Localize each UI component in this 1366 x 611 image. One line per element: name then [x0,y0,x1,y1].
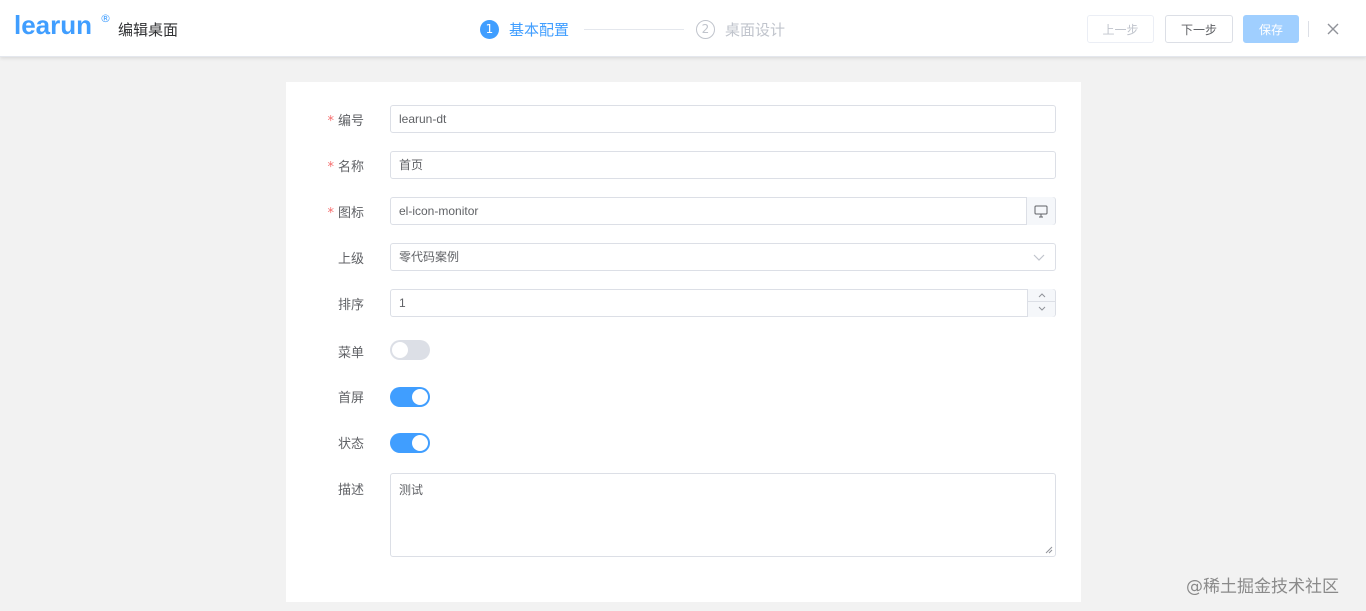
step-label: 桌面设计 [725,20,786,39]
decrease-button[interactable] [1028,302,1055,315]
status-toggle[interactable] [390,433,430,453]
step-number: 1 [480,19,499,39]
save-button[interactable]: 保存 [1243,15,1299,43]
sort-stepper[interactable]: 1 [390,289,1056,317]
parent-select-value: 零代码案例 [399,250,460,264]
label-text: 图标 [337,206,364,221]
stepper-controls [1027,289,1055,317]
parent-label: 上级 [337,252,364,267]
sort-label: 排序 [337,298,364,313]
toggle-knob [412,389,428,405]
code-input[interactable]: learun-dt [390,105,1056,133]
step-indicator: 1 基本配置 2 桌面设计 [480,18,820,40]
next-step-button[interactable]: 下一步 [1165,15,1233,43]
step-desktop-design[interactable]: 2 桌面设计 [696,18,785,40]
name-input[interactable]: 首页 [390,151,1056,179]
label-text: 编号 [337,114,364,129]
home-toggle[interactable] [390,387,430,407]
prev-step-button[interactable]: 上一步 [1087,15,1154,43]
icon-label: * 图标 [327,202,364,221]
parent-select[interactable]: 零代码案例 [390,243,1056,271]
toolbar-divider [1308,21,1309,37]
sort-value: 1 [399,296,406,310]
increase-button[interactable] [1028,289,1055,302]
step-basic-config[interactable]: 1 基本配置 [480,18,569,40]
logo-registered-mark: ® [100,12,111,25]
step-label: 基本配置 [509,20,570,39]
top-bar: learun ® 编辑桌面 1 基本配置 2 桌面设计 上一步 下一步 保存 [0,0,1366,57]
close-icon[interactable] [1325,21,1341,37]
required-mark: * [327,160,334,175]
desc-value: 测试 [399,483,424,497]
logo: learun [14,10,93,40]
home-label: 首屏 [337,391,364,406]
toggle-knob [392,342,408,358]
code-label: * 编号 [327,110,364,129]
name-label: * 名称 [327,156,364,175]
form-card: * 编号 learun-dt * 名称 首页 * 图标 el-icon-monitor… [286,82,1081,602]
menu-toggle[interactable] [390,340,430,360]
watermark: @稀土掘金技术社区 [1186,577,1339,597]
label-text: 名称 [337,160,364,175]
desc-textarea[interactable]: 测试 [390,473,1056,557]
menu-label: 菜单 [337,346,364,361]
desc-label: 描述 [337,483,364,498]
monitor-icon [1034,205,1048,217]
icon-input-value: el-icon-monitor [399,204,479,218]
page-title: 编辑桌面 [118,21,179,39]
required-mark: * [327,206,334,221]
step-connector [584,29,684,30]
resize-handle-icon[interactable] [1045,546,1053,554]
toggle-knob [412,435,428,451]
chevron-up-icon [1038,292,1045,297]
status-label: 状态 [337,437,364,452]
chevron-down-icon [1033,254,1045,261]
icon-input[interactable]: el-icon-monitor [390,197,1056,225]
step-number: 2 [696,19,715,39]
chevron-down-icon [1038,306,1045,311]
required-mark: * [327,114,334,129]
icon-picker-button[interactable] [1026,197,1055,225]
